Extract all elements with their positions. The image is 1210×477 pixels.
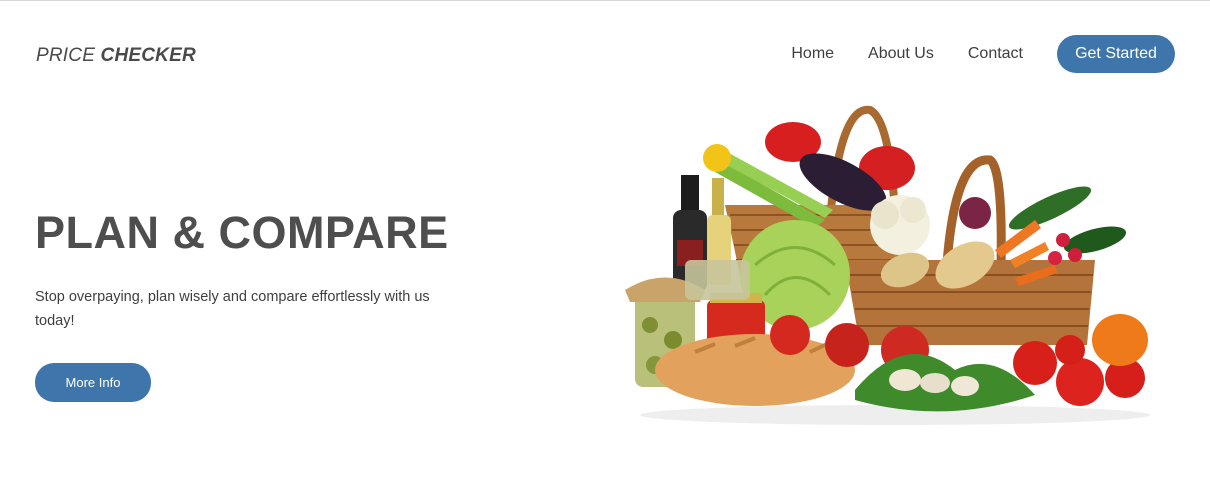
logo-light-text: PRICE — [36, 45, 101, 66]
top-border — [0, 0, 1210, 1]
nav-contact-link[interactable]: Contact — [968, 45, 1023, 63]
hero-description: Stop overpaying, plan wisely and compare… — [35, 289, 430, 329]
nav-home-link[interactable]: Home — [791, 45, 834, 63]
get-started-button[interactable]: Get Started — [1057, 35, 1175, 73]
logo[interactable]: PRICE CHECKER — [36, 45, 196, 67]
more-info-button[interactable]: More Info — [35, 363, 151, 402]
nav-about-link[interactable]: About Us — [868, 45, 934, 63]
logo-bold-text: CHECKER — [100, 45, 196, 66]
grocery-basket-icon — [625, 105, 1150, 425]
main-nav: Home About Us Contact Get Started — [791, 35, 1175, 73]
hero-title: PLAN & COMPARE — [35, 207, 449, 258]
